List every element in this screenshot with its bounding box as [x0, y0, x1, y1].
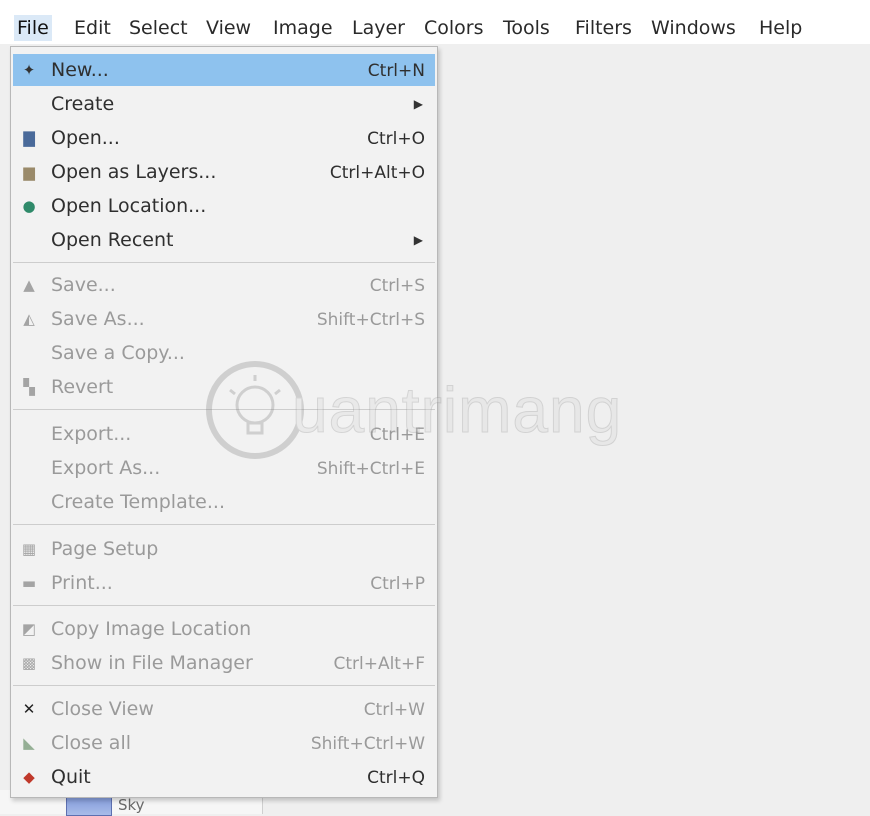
menu-item-shortcut: Shift+Ctrl+E [316, 459, 425, 479]
menu-item-label: Open Recent [51, 229, 174, 251]
menu-item-open[interactable]: ▇ Open... Ctrl+O [13, 122, 435, 154]
menu-item-shortcut: Shift+Ctrl+S [316, 310, 425, 330]
menu-separator [13, 605, 435, 606]
submenu-arrow-icon: ▶ [413, 233, 423, 247]
menu-filters[interactable]: Filters [572, 15, 635, 41]
file-menu: ✦ New... Ctrl+N Create ▶ ▇ Open... Ctrl+… [10, 46, 438, 798]
menu-tools[interactable]: Tools [500, 15, 553, 41]
menu-item-revert[interactable]: ▚ Revert [13, 371, 435, 403]
open-icon: ▇ [23, 129, 35, 147]
menu-help[interactable]: Help [756, 15, 805, 41]
menu-item-create[interactable]: Create ▶ [13, 88, 435, 120]
menu-view[interactable]: View [203, 15, 254, 41]
menu-windows[interactable]: Windows [648, 15, 739, 41]
menu-separator [13, 685, 435, 686]
menu-item-label: Revert [51, 376, 114, 398]
menu-file[interactable]: File [14, 15, 52, 41]
menu-item-shortcut: Ctrl+O [367, 129, 425, 149]
menu-separator [13, 524, 435, 525]
menu-item-label: Print... [51, 572, 113, 594]
menu-item-page-setup[interactable]: ▦ Page Setup [13, 533, 435, 565]
quit-icon: ◆ [23, 768, 35, 786]
menu-item-label: Page Setup [51, 538, 159, 560]
menu-item-shortcut: Ctrl+N [367, 61, 425, 81]
globe-icon: ● [22, 197, 36, 215]
menu-item-label: Open Location... [51, 195, 207, 217]
menu-item-open-location[interactable]: ● Open Location... [13, 190, 435, 222]
new-image-icon: ✦ [22, 61, 36, 79]
menu-item-show-in-file-manager[interactable]: ▩ Show in File Manager Ctrl+Alt+F [13, 647, 435, 679]
menu-item-label: Create Template... [51, 491, 225, 513]
page-setup-icon: ▦ [21, 540, 37, 558]
menu-item-shortcut: Shift+Ctrl+W [310, 734, 425, 754]
menu-item-label: Close View [51, 698, 154, 720]
menu-item-shortcut: Ctrl+E [369, 425, 425, 445]
printer-icon: ▬ [21, 574, 37, 592]
menu-item-label: Open as Layers... [51, 161, 217, 183]
menu-item-label: Copy Image Location [51, 618, 252, 640]
menu-bar: File Edit Select View Image Layer Colors… [0, 0, 870, 44]
menu-separator [13, 262, 435, 263]
menu-item-shortcut: Ctrl+P [370, 574, 425, 594]
menu-item-export-as[interactable]: Export As... Shift+Ctrl+E [13, 452, 435, 484]
menu-item-shortcut: Ctrl+Alt+O [329, 163, 425, 183]
menu-item-label: Quit [51, 766, 91, 788]
menu-separator [13, 409, 435, 410]
menu-colors[interactable]: Colors [421, 15, 487, 41]
menu-item-export[interactable]: Export... Ctrl+E [13, 418, 435, 450]
menu-image[interactable]: Image [270, 15, 336, 41]
menu-item-label: Create [51, 93, 115, 115]
menu-item-print[interactable]: ▬ Print... Ctrl+P [13, 567, 435, 599]
revert-icon: ▚ [23, 378, 35, 396]
menu-item-label: Export... [51, 423, 132, 445]
menu-item-quit[interactable]: ◆ Quit Ctrl+Q [13, 761, 435, 793]
menu-item-create-template[interactable]: Create Template... [13, 486, 435, 518]
close-all-icon: ◣ [23, 734, 35, 752]
menu-item-close-view[interactable]: ✕ Close View Ctrl+W [13, 693, 435, 725]
menu-item-save-as[interactable]: ◭ Save As... Shift+Ctrl+S [13, 303, 435, 335]
menu-item-label: Save... [51, 274, 116, 296]
menu-item-open-as-layers[interactable]: ▆ Open as Layers... Ctrl+Alt+O [13, 156, 435, 188]
menu-item-save[interactable]: ▲ Save... Ctrl+S [13, 269, 435, 301]
menu-select[interactable]: Select [126, 15, 191, 41]
menu-item-new[interactable]: ✦ New... Ctrl+N [13, 54, 435, 86]
menu-item-shortcut: Ctrl+Q [367, 768, 425, 788]
menu-item-label: Open... [51, 127, 120, 149]
menu-item-label: Export As... [51, 457, 161, 479]
menu-item-shortcut: Ctrl+S [369, 276, 425, 296]
submenu-arrow-icon: ▶ [413, 97, 423, 111]
menu-edit[interactable]: Edit [71, 15, 114, 41]
copy-location-icon: ◩ [21, 620, 37, 638]
menu-item-label: Show in File Manager [51, 652, 253, 674]
menu-item-label: Save a Copy... [51, 342, 185, 364]
save-as-icon: ◭ [23, 310, 35, 328]
menu-item-save-a-copy[interactable]: Save a Copy... [13, 337, 435, 369]
menu-item-open-recent[interactable]: Open Recent ▶ [13, 224, 435, 256]
open-as-layers-icon: ▆ [23, 163, 35, 181]
menu-item-copy-image-location[interactable]: ◩ Copy Image Location [13, 613, 435, 645]
layer-name[interactable]: Sky [118, 796, 145, 814]
menu-item-label: Save As... [51, 308, 145, 330]
menu-layer[interactable]: Layer [349, 15, 408, 41]
save-icon: ▲ [23, 276, 35, 294]
file-manager-icon: ▩ [21, 654, 37, 672]
menu-item-shortcut: Ctrl+W [363, 700, 425, 720]
menu-item-close-all[interactable]: ◣ Close all Shift+Ctrl+W [13, 727, 435, 759]
menu-item-label: Close all [51, 732, 131, 754]
menu-item-shortcut: Ctrl+Alt+F [333, 654, 425, 674]
menu-item-label: New... [51, 59, 109, 81]
close-icon: ✕ [22, 700, 36, 718]
